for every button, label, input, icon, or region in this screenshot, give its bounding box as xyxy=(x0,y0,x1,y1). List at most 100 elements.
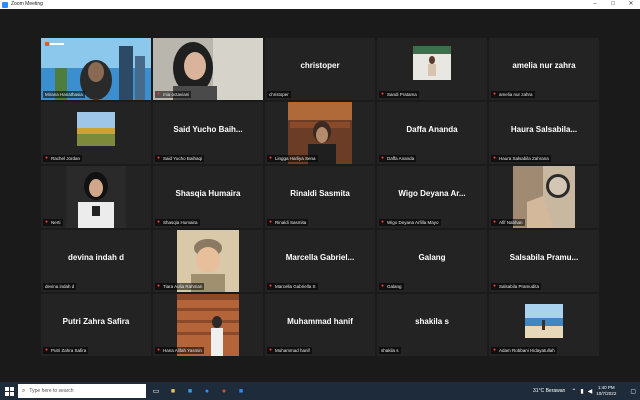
file-explorer-icon[interactable]: ■ xyxy=(166,384,180,398)
participant-nameplate: ● Tiara Aulia Rahman xyxy=(155,283,205,290)
participant-tile[interactable]: amelia nur zahra ● amelia nur zahra xyxy=(489,38,599,100)
window-title: Zoom Meeting xyxy=(11,1,43,7)
muted-mic-icon: ● xyxy=(269,283,273,289)
participant-tile[interactable]: ● Lingga Harliya Sena xyxy=(265,102,375,164)
participant-name: Nerti xyxy=(51,220,61,225)
start-button[interactable] xyxy=(0,382,18,400)
volume-icon[interactable]: ◀ xyxy=(588,388,593,395)
store-icon[interactable]: ■ xyxy=(183,384,197,398)
participant-display-name: shakila s xyxy=(415,317,449,326)
participant-nameplate: ● Galang xyxy=(379,283,404,290)
gallery-view: Mirana Hanathasia ● mia octaviani christ… xyxy=(0,9,640,382)
zoom-taskbar-icon[interactable]: ■ xyxy=(234,384,248,398)
participant-nameplate: ● Salsabila Pramudita xyxy=(491,283,542,290)
participant-tile[interactable]: christoper christoper xyxy=(265,38,375,100)
participant-nameplate: ● Wigo Deyana Arfilla Mayo xyxy=(379,219,441,226)
notifications-icon[interactable]: ▢ xyxy=(630,388,636,395)
participant-nameplate: ● Muhammad hanif xyxy=(267,347,312,354)
participant-name: Muhammad hanif xyxy=(275,348,310,353)
participant-name: Haura Salsabila Zahrana xyxy=(499,156,549,161)
muted-mic-icon: ● xyxy=(269,219,273,225)
participant-nameplate: ● Said Yucho Baihaqi xyxy=(155,155,204,162)
participant-tile[interactable]: Daffa Ananda ● Daffa Ananda xyxy=(377,102,487,164)
participant-nameplate: ● Putri Zahra Safira xyxy=(43,347,89,354)
participant-video xyxy=(525,304,563,338)
participant-tile[interactable]: Said Yucho Baih... ● Said Yucho Baihaqi xyxy=(153,102,263,164)
muted-mic-icon: ● xyxy=(269,155,273,161)
participant-nameplate: ● Sandi Pratama xyxy=(379,91,419,98)
participant-name: Tiara Aulia Rahman xyxy=(163,284,203,289)
clock-date: 10/7/2022 xyxy=(596,391,617,396)
participant-display-name: amelia nur zahra xyxy=(512,61,576,70)
participant-nameplate: ● Marcella Gabriella S xyxy=(267,283,318,290)
participant-name: Marcella Gabriella S xyxy=(275,284,316,289)
muted-mic-icon: ● xyxy=(381,155,385,161)
participant-tile[interactable]: Salsabila Pramu... ● Salsabila Pramudita xyxy=(489,230,599,292)
task-view-icon[interactable]: ▭ xyxy=(149,384,163,398)
muted-mic-icon: ● xyxy=(381,91,385,97)
participant-name: Adam Robbani Hidayatullah xyxy=(499,348,555,353)
participant-tile[interactable]: ● Nerti xyxy=(41,166,151,228)
participant-tile[interactable]: Putri Zahra Safira ● Putri Zahra Safira xyxy=(41,294,151,356)
participant-display-name: Daffa Ananda xyxy=(406,125,458,134)
participant-tile[interactable]: Wigo Deyana Ar... ● Wigo Deyana Arfilla … xyxy=(377,166,487,228)
muted-mic-icon: ● xyxy=(45,219,49,225)
participant-name: Afif Nabhan xyxy=(499,220,523,225)
participant-name: Hana Alifah Yasmin xyxy=(163,348,202,353)
participant-name: Lingga Harliya Sena xyxy=(275,156,316,161)
participant-display-name: Muhammad hanif xyxy=(287,317,353,326)
participant-display-name: Rinaldi Sasmita xyxy=(290,189,350,198)
windows-logo-icon xyxy=(4,386,14,396)
participant-tile[interactable]: Marcella Gabriel... ● Marcella Gabriella… xyxy=(265,230,375,292)
participant-tile[interactable]: shakila s shakila s xyxy=(377,294,487,356)
participant-nameplate: ● Rachel Jordan xyxy=(43,155,83,162)
participant-nameplate: christoper xyxy=(267,91,291,98)
muted-mic-icon: ● xyxy=(381,283,385,289)
participant-name: Mirana Hanathasia xyxy=(45,92,83,97)
participant-video xyxy=(77,112,115,146)
participant-tile[interactable]: ● Hana Alifah Yasmin xyxy=(153,294,263,356)
participant-tile[interactable]: Mirana Hanathasia xyxy=(41,38,151,100)
show-hidden-icons-icon[interactable]: ⌃ xyxy=(571,388,576,395)
muted-mic-icon: ● xyxy=(493,283,497,289)
participant-tile[interactable]: Shasqia Humaira ● Shasqia Humaira xyxy=(153,166,263,228)
search-placeholder: Type here to search xyxy=(29,388,74,394)
participant-name: Putri Zahra Safira xyxy=(51,348,87,353)
participant-tile[interactable]: ● Tiara Aulia Rahman xyxy=(153,230,263,292)
participant-name: Said Yucho Baihaqi xyxy=(163,156,202,161)
participant-display-name: Wigo Deyana Ar... xyxy=(398,189,466,198)
participant-display-name: christoper xyxy=(300,61,340,70)
participant-tile[interactable]: Rinaldi Sasmita ● Rinaldi Sasmita xyxy=(265,166,375,228)
minimize-button[interactable]: – xyxy=(586,0,604,9)
participant-tile[interactable]: ● Adam Robbani Hidayatullah xyxy=(489,294,599,356)
muted-mic-icon: ● xyxy=(493,219,497,225)
participant-display-name: Marcella Gabriel... xyxy=(285,253,355,262)
participant-name: mia octaviani xyxy=(163,92,190,97)
participant-name: Shasqia Humaira xyxy=(163,220,198,225)
weather-widget[interactable]: 31°C Berawan xyxy=(533,388,565,394)
participant-name: christoper xyxy=(269,92,289,97)
taskbar-search-box[interactable]: ⌕ Type here to search xyxy=(18,384,146,398)
participant-nameplate: ● Nerti xyxy=(43,219,63,226)
muted-mic-icon: ● xyxy=(493,347,497,353)
muted-mic-icon: ● xyxy=(493,91,497,97)
participant-tile[interactable]: devina indah d devina indah d xyxy=(41,230,151,292)
participant-tile[interactable]: Muhammad hanif ● Muhammad hanif xyxy=(265,294,375,356)
maximize-button[interactable]: □ xyxy=(604,0,622,9)
muted-mic-icon: ● xyxy=(45,347,49,353)
edge-icon[interactable]: ● xyxy=(200,384,214,398)
participant-tile[interactable]: ● mia octaviani xyxy=(153,38,263,100)
participant-tile[interactable]: ● Afif Nabhan xyxy=(489,166,599,228)
taskbar-clock[interactable]: 1:40 PM 10/7/2022 xyxy=(596,385,616,397)
participant-tile[interactable]: Galang ● Galang xyxy=(377,230,487,292)
participant-tile[interactable]: ● Rachel Jordan xyxy=(41,102,151,164)
participant-name: Sandi Pratama xyxy=(387,92,417,97)
participant-display-name: Putri Zahra Safira xyxy=(62,317,130,326)
close-button[interactable]: ✕ xyxy=(622,0,640,9)
participant-display-name: Said Yucho Baih... xyxy=(173,125,243,134)
chrome-icon[interactable]: ● xyxy=(217,384,231,398)
network-icon[interactable]: ▮ xyxy=(580,388,583,395)
muted-mic-icon: ● xyxy=(157,155,161,161)
participant-tile[interactable]: Haura Salsabila... ● Haura Salsabila Zah… xyxy=(489,102,599,164)
participant-tile[interactable]: ● Sandi Pratama xyxy=(377,38,487,100)
